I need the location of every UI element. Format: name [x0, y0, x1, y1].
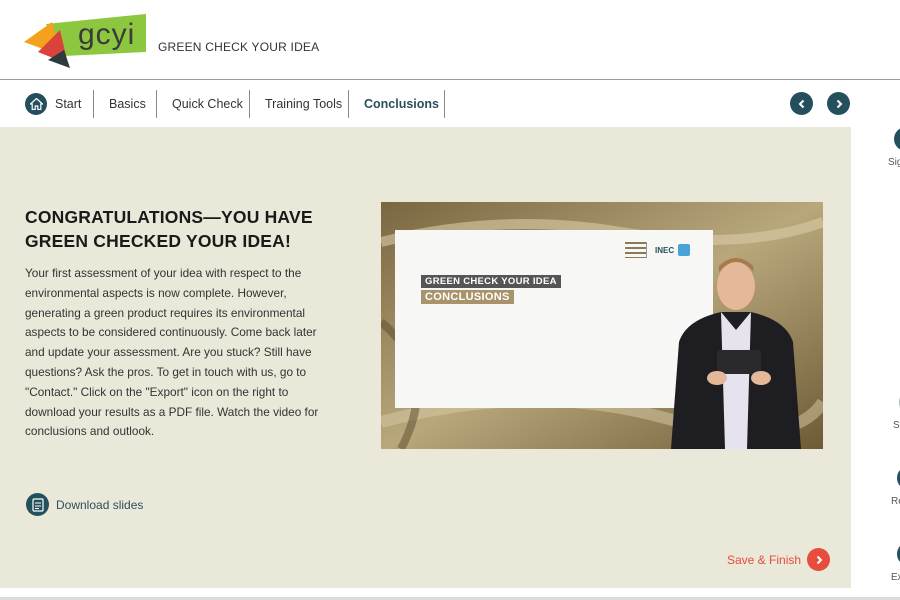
right-sidebar: Sig S Re Ex: [851, 127, 900, 600]
pdf-icon: [26, 493, 49, 516]
main-content: CONGRATULATIONS—YOU HAVE GREEN CHECKED Y…: [0, 127, 851, 588]
nav-divider: [249, 90, 250, 118]
nav-divider: [93, 90, 94, 118]
sidebar-item-label: Re: [891, 496, 900, 507]
sign-icon: [894, 127, 900, 151]
sidebar-item-sign[interactable]: Sig: [888, 127, 900, 168]
sidebar-item-save[interactable]: S: [893, 390, 900, 431]
video-frame: [381, 202, 823, 449]
next-button[interactable]: [827, 92, 850, 115]
nav-divider: [156, 90, 157, 118]
save-finish-label: Save & Finish: [727, 552, 802, 567]
inec-logo-icon: [625, 242, 647, 258]
nav-item-label: Quick Check: [172, 97, 243, 111]
app-title: GREEN CHECK YOUR IDEA: [158, 40, 320, 54]
page-heading: CONGRATULATIONS—YOU HAVE GREEN CHECKED Y…: [25, 207, 313, 251]
nav-item-label: Training Tools: [265, 97, 343, 111]
logo-text: gcyi: [78, 18, 136, 51]
sidebar-item-reset[interactable]: Re: [891, 466, 900, 507]
video-slide-title: GREEN CHECK YOUR IDEA: [421, 275, 561, 288]
nav-item-basics[interactable]: Basics: [109, 90, 146, 118]
chevron-right-icon: [836, 99, 842, 108]
nav-divider: [348, 90, 349, 118]
sidebar-item-export[interactable]: Ex: [891, 542, 900, 583]
nav-item-label: Conclusions: [364, 97, 440, 111]
save-finish-button[interactable]: Save & Finish: [727, 548, 831, 571]
download-slides-link[interactable]: Download slides: [26, 493, 143, 516]
page-body-text: Your first assessment of your idea with …: [25, 266, 319, 439]
video-slide-logos: INEC: [625, 242, 691, 258]
nav-item-start[interactable]: Start: [25, 90, 81, 118]
sidebar-item-label: S: [893, 420, 900, 431]
sidebar-item-label: Ex: [891, 572, 900, 583]
video-player[interactable]: GREEN CHECK YOUR IDEA CONCLUSIONS INEC: [381, 202, 823, 449]
app-header: gcyi GREEN CHECK YOUR IDEA: [0, 0, 900, 80]
nav-item-conclusions[interactable]: Conclusions: [364, 90, 439, 118]
sidebar-item-label: Sig: [888, 157, 900, 168]
download-slides-label: Download slides: [56, 497, 144, 512]
chevron-left-icon: [798, 99, 804, 108]
nav-divider: [444, 90, 445, 118]
nav-item-label: Start: [55, 97, 82, 111]
nav-item-label: Basics: [109, 97, 146, 111]
main-nav: Start Basics Quick Check Training Tools …: [0, 80, 900, 127]
nav-item-quick-check[interactable]: Quick Check: [172, 90, 243, 118]
chevron-right-icon: [807, 548, 831, 571]
gcyi-logo[interactable]: gcyi: [24, 12, 148, 70]
inec-logo-text: INEC: [655, 245, 675, 255]
prev-button[interactable]: [790, 92, 813, 115]
home-icon: [25, 93, 47, 115]
video-slide-subtitle: CONCLUSIONS: [421, 290, 514, 304]
inec-mark-icon: [678, 244, 691, 256]
nav-item-training-tools[interactable]: Training Tools: [265, 90, 342, 118]
